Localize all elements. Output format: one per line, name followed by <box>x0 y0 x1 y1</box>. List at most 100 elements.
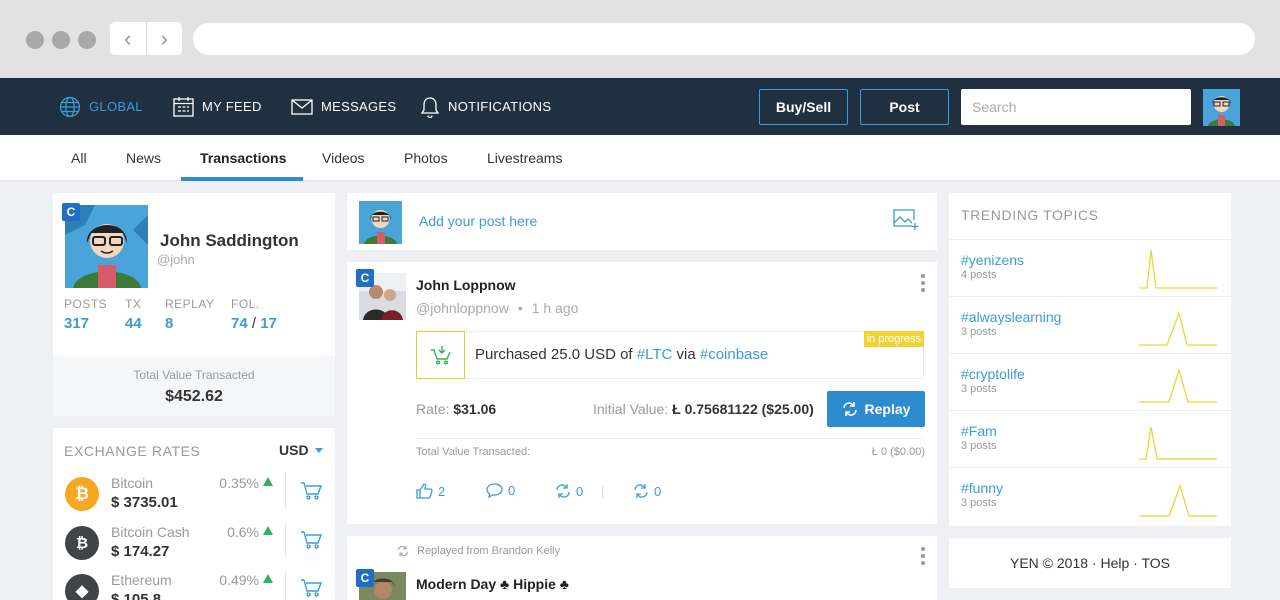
topic-tag[interactable]: #cryptolife <box>961 366 1025 382</box>
follow-separator: / <box>251 315 257 332</box>
nav-label: MY FEED <box>202 99 262 114</box>
replay-action[interactable]: 0 <box>633 483 661 499</box>
trending-topic[interactable]: #alwayslearning 3 posts <box>949 296 1231 353</box>
initial-value-label: Initial Value: <box>593 401 669 417</box>
tab-all[interactable]: All <box>71 135 87 181</box>
transaction-post: C John Loppnow @johnloppnow • 1 h ago Pu… <box>347 262 937 524</box>
bitcoin-icon: ₿ <box>65 477 99 511</box>
nav-messages[interactable]: MESSAGES <box>291 78 396 135</box>
topic-count: 3 posts <box>961 326 997 338</box>
up-arrow-icon <box>263 526 273 535</box>
tx-text: via <box>672 346 700 363</box>
posts-count[interactable]: 317 <box>64 315 89 332</box>
buy-bitcoin-button[interactable] <box>285 473 335 509</box>
post-author-handle[interactable]: @johnloppnow <box>416 300 509 316</box>
follow-counts: 74 / 17 <box>231 315 277 332</box>
nav-global[interactable]: GLOBAL <box>59 78 143 135</box>
topic-tag[interactable]: #alwayslearning <box>961 309 1061 325</box>
replay-label: REPLAY <box>165 297 215 311</box>
total-value-section: Total Value Transacted $452.62 <box>53 356 335 416</box>
window-close-dot[interactable] <box>26 31 44 49</box>
browser-chrome: ‹ › <box>0 0 1280 78</box>
verified-badge: C <box>62 203 80 221</box>
footer-card: YEN © 2018 · Help · TOS <box>949 538 1231 588</box>
composer-input[interactable]: Add your post here <box>419 213 537 229</box>
search-input[interactable] <box>961 89 1191 125</box>
coin-price: $ 105.8 <box>111 591 162 600</box>
exchange-hashtag[interactable]: #coinbase <box>700 346 768 363</box>
rate-info: Rate: $31.06 <box>416 401 496 417</box>
exchange-row-bitcoin-cash: ₿ Bitcoin Cash $ 174.27 0.6% <box>53 516 335 564</box>
action-divider: | <box>601 483 605 498</box>
coin-name: Bitcoin Cash <box>111 524 190 540</box>
bell-icon <box>420 96 440 118</box>
tab-bar: All News Transactions Videos Photos Live… <box>0 135 1280 181</box>
trending-topic[interactable]: #yenizens 4 posts <box>949 239 1231 296</box>
footer-text[interactable]: YEN © 2018 · Help · TOS <box>949 555 1231 571</box>
header-avatar[interactable] <box>1203 89 1240 126</box>
envelope-icon <box>291 98 313 115</box>
like-count: 2 <box>438 483 446 499</box>
window-minimize-dot[interactable] <box>52 31 70 49</box>
post-total-value: Ł 0 ($0.00) <box>871 446 925 458</box>
replay-button[interactable]: Replay <box>827 391 925 427</box>
transaction-box: Purchased 25.0 USD of #LTC via #coinbase… <box>416 331 924 379</box>
buy-sell-button[interactable]: Buy/Sell <box>759 89 848 125</box>
exchange-row-bitcoin: ₿ Bitcoin $ 3735.01 0.35% <box>53 467 335 515</box>
initial-value-info: Initial Value: Ł 0.75681122 ($25.00) <box>593 401 814 417</box>
exchange-rates-card: EXCHANGE RATES USD ₿ Bitcoin $ 3735.01 0… <box>53 428 335 600</box>
coin-hashtag[interactable]: #LTC <box>637 346 673 363</box>
trending-topic[interactable]: #Fam 3 posts <box>949 410 1231 467</box>
tab-news[interactable]: News <box>126 135 161 181</box>
topic-tag[interactable]: #yenizens <box>961 252 1024 268</box>
post-button[interactable]: Post <box>860 89 949 125</box>
nav-my-feed[interactable]: MY FEED <box>173 78 262 135</box>
trending-topic[interactable]: #cryptolife 3 posts <box>949 353 1231 410</box>
post-timestamp: 1 h ago <box>531 300 579 316</box>
following-count[interactable]: 17 <box>260 315 277 332</box>
coin-name: Bitcoin <box>111 475 154 491</box>
comment-action[interactable]: 0 <box>486 483 515 498</box>
repost-action[interactable]: 0 <box>555 483 583 499</box>
chevron-down-icon <box>314 447 323 453</box>
bitcoin-cash-icon: ₿ <box>65 526 99 560</box>
address-bar[interactable] <box>193 23 1255 55</box>
profile-card: C John Saddington @john POSTS 317 TX 44 … <box>53 193 335 416</box>
like-action[interactable]: 2 <box>416 483 445 499</box>
post-menu-icon[interactable] <box>921 547 925 568</box>
back-arrow-icon[interactable]: ‹ <box>110 22 147 55</box>
replay-count[interactable]: 8 <box>165 315 173 332</box>
window-maximize-dot[interactable] <box>78 31 96 49</box>
tab-transactions[interactable]: Transactions <box>200 135 286 181</box>
topic-tag[interactable]: #funny <box>961 480 1003 496</box>
tab-livestreams[interactable]: Livestreams <box>487 135 562 181</box>
verified-badge: C <box>356 569 374 587</box>
tab-videos[interactable]: Videos <box>322 135 365 181</box>
post-author-name[interactable]: John Loppnow <box>416 277 516 293</box>
post-menu-icon[interactable] <box>921 274 925 295</box>
trend-sparkline <box>1139 310 1217 346</box>
nav-notifications[interactable]: NOTIFICATIONS <box>420 78 551 135</box>
followers-count[interactable]: 74 <box>231 315 248 332</box>
replayed-from-text[interactable]: Replayed from Brandon Kelly <box>417 545 560 557</box>
replayed-post: Replayed from Brandon Kelly C Modern Day… <box>347 536 937 600</box>
initial-value-amount: Ł 0.75681122 ($25.00) <box>672 401 814 417</box>
calendar-icon <box>173 97 194 117</box>
verified-badge: C <box>356 269 374 287</box>
trending-topic[interactable]: #funny 3 posts <box>949 467 1231 524</box>
tx-count[interactable]: 44 <box>125 315 142 332</box>
post-author-name[interactable]: Modern Day ♣ Hippie ♣ <box>416 576 569 592</box>
nav-label: MESSAGES <box>321 99 397 114</box>
topic-count: 3 posts <box>961 383 997 395</box>
nav-label: GLOBAL <box>89 99 143 114</box>
tab-photos[interactable]: Photos <box>404 135 448 181</box>
forward-arrow-icon[interactable]: › <box>147 22 183 55</box>
replayed-from: Replayed from Brandon Kelly <box>397 545 560 557</box>
topic-tag[interactable]: #Fam <box>961 423 997 439</box>
currency-select[interactable]: USD <box>279 442 323 458</box>
rate-label: Rate: <box>416 401 450 417</box>
buy-bitcoin-cash-button[interactable] <box>285 522 335 558</box>
coin-price: $ 174.27 <box>111 543 170 560</box>
add-image-button[interactable] <box>893 209 920 236</box>
buy-ethereum-button[interactable] <box>285 570 335 600</box>
